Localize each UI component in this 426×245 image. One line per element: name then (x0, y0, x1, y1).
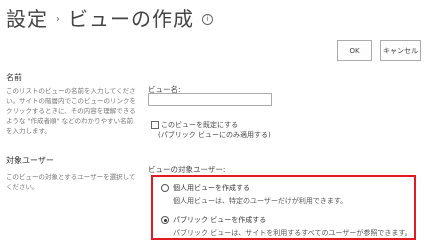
personal-view-label[interactable]: 個人用ビューを作成する (173, 183, 250, 193)
ok-button[interactable]: OK (337, 40, 372, 61)
cancel-button[interactable]: キャンセル (380, 40, 421, 61)
create-view-page: 設定 › ビューの作成 i OK キャンセル 名前 このリストのビューの名前を入… (0, 0, 426, 245)
page-title: ビューの作成 (68, 6, 194, 31)
breadcrumb-settings-link[interactable]: 設定 (6, 3, 48, 32)
public-view-radio[interactable] (161, 216, 169, 224)
name-section-title: 名前 (6, 73, 22, 82)
audience-section-title: 対象ユーザー (6, 156, 54, 165)
audience-label: ビューの対象ユーザー: (148, 165, 226, 174)
personal-view-description: 個人用ビューは、特定のユーザーだけが利用できます。 (173, 197, 348, 205)
breadcrumb-separator: › (56, 13, 60, 25)
default-view-checkbox[interactable] (151, 121, 159, 129)
personal-view-radio[interactable] (161, 184, 169, 192)
breadcrumb: 設定 › ビューの作成 i (6, 2, 213, 32)
audience-section-description: このビューの対象とするユーザーを選択してください。 (6, 173, 136, 191)
info-icon[interactable]: i (202, 13, 213, 25)
default-view-sublabel: (パブリック ビューにのみ適用する) (158, 131, 271, 139)
default-view-label: このビューを既定にする (161, 121, 239, 129)
public-view-label[interactable]: パブリック ビューを作成する (173, 215, 266, 225)
name-section-description: このリストのビューの名前を入力してください。サイトの階層内でこのビューのリンクを… (6, 87, 136, 135)
public-view-description: パブリック ビューは、サイトを利用するすべてのユーザーが参照できます。 (173, 229, 412, 237)
view-name-input[interactable] (148, 93, 272, 106)
